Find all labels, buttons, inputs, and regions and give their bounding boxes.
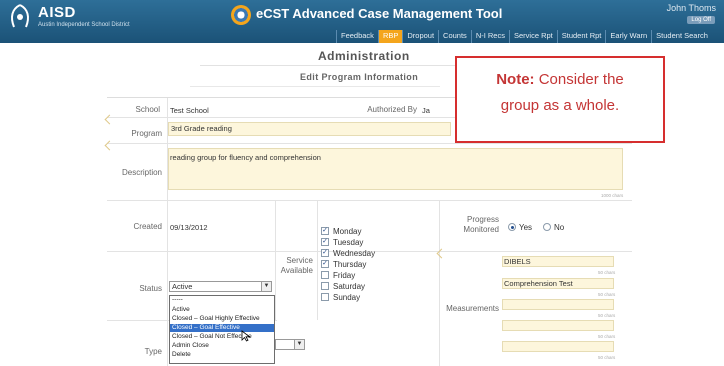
section-title: Edit Program Information [300,72,419,82]
school-value: Test School [170,106,209,115]
tuesday-label: Tuesday [333,238,364,247]
note-callout: Note: Consider the group as a whole. [455,56,665,143]
nav-counts[interactable]: Counts [438,30,471,43]
nav-dropout[interactable]: Dropout [402,30,438,43]
nav-student-search[interactable]: Student Search [651,30,712,43]
status-option[interactable]: Active [170,306,274,314]
status-option[interactable]: Delete [170,351,274,359]
note-line-1: Note: Consider the [457,70,663,90]
status-label: Status [139,284,162,293]
app-header: AISD Austin Independent School District … [0,0,724,43]
description-value: reading group for fluency and comprehens… [170,153,321,162]
nav-early-warn[interactable]: Early Warn [605,30,651,43]
section-divider [190,86,440,87]
service-label: Service [286,256,313,265]
note-line-1-text: Consider the [534,71,624,88]
sunday-label: Sunday [333,293,361,302]
nav-feedback[interactable]: Feedback [336,30,378,43]
progress-yes-label: Yes [519,223,533,232]
note-bold: Note: [496,71,535,88]
program-value: 3rd Grade reading [171,124,232,133]
measurement-input-5[interactable] [502,341,614,352]
mouse-cursor-icon [241,330,251,342]
monitored-label: Monitored [463,225,499,234]
thursday-label: Thursday [333,260,367,269]
thursday-checkbox[interactable]: ✓ [321,260,329,268]
wednesday-checkbox[interactable]: ✓ [321,249,329,257]
chevron-down-icon[interactable]: ▼ [261,282,271,291]
status-select[interactable]: Active ▼ [169,281,272,292]
type-label: Type [144,347,162,356]
measurement-char-limit: 50 chars [598,334,616,339]
saturday-checkbox[interactable] [321,282,329,290]
nav-student-rpt[interactable]: Student Rpt [556,30,606,43]
progress-no-label: No [554,223,565,232]
description-label: Description [121,168,162,177]
measurement-char-limit: 50 chars [598,355,616,360]
chevron-down-icon[interactable]: ▼ [294,340,304,349]
logoff-button[interactable]: Log Off [687,16,715,24]
monday-checkbox[interactable]: ✓ [321,227,329,235]
available-label: Available [280,266,313,275]
aisd-logo-icon [11,4,29,28]
grid-line [167,98,168,366]
nav-rbp[interactable]: RBP [377,30,403,43]
progress-no-radio[interactable] [543,223,551,231]
status-option-highlighted[interactable]: Closed – Goal Effective [170,323,274,332]
page-title: Administration [318,49,410,63]
monday-label: Monday [333,227,362,236]
school-label: School [135,105,160,114]
aisd-logo [6,3,34,31]
progress-yes-radio[interactable] [508,223,516,231]
status-selected-value: Active [172,282,193,291]
measurement-char-limit: 50 chars [598,313,616,318]
main-nav: Feedback RBP Dropout Counts N-I Recs Ser… [336,30,712,43]
status-option[interactable]: ----- [170,296,274,304]
status-option[interactable]: Closed – Goal Highly Effective [170,315,274,323]
type-select[interactable]: ▼ [275,339,305,350]
progress-label: Progress [466,215,499,224]
wednesday-label: Wednesday [333,249,376,258]
friday-checkbox[interactable] [321,271,329,279]
grid-line [107,143,632,144]
created-label: Created [133,222,162,231]
status-option[interactable]: Admin Close [170,342,274,350]
authorized-by-label: Authorized By [367,105,417,114]
measurement-input-3[interactable] [502,299,614,310]
status-dropdown-list: ----- Active Closed – Goal Highly Effect… [169,295,275,364]
program-label: Program [131,129,162,138]
grid-line [107,200,632,201]
note-line-2: group as a whole. [500,97,620,114]
status-option[interactable]: Closed – Goal Not Effective [170,333,274,341]
measurements-label: Measurements [446,304,499,313]
authorized-by-value: Ja [422,106,430,115]
logo-subtitle: Austin Independent School District [38,22,130,28]
user-name: John Thoms [666,3,716,13]
app-logo-icon [231,5,251,25]
nav-service-rpt[interactable]: Service Rpt [508,30,557,43]
measurement-input-4[interactable] [502,320,614,331]
created-value: 09/13/2012 [170,223,208,232]
measurement-char-limit: 50 chars [598,292,616,297]
saturday-label: Saturday [333,282,366,291]
nav-ni-recs[interactable]: N-I Recs [470,30,509,43]
grid-line [317,200,318,320]
logo-title: AISD [38,4,76,21]
tuesday-checkbox[interactable]: ✓ [321,238,329,246]
measurement-value-1: DIBELS [504,257,531,266]
description-char-limit: 1000 chars [601,193,624,198]
measurement-value-2: Comprehension Test [504,279,573,288]
friday-label: Friday [333,271,356,280]
app-window: AISD Austin Independent School District … [0,0,724,366]
grid-line [439,200,440,366]
app-title: eCST Advanced Case Management Tool [256,6,503,21]
sunday-checkbox[interactable] [321,293,329,301]
measurement-char-limit: 50 chars [598,270,616,275]
